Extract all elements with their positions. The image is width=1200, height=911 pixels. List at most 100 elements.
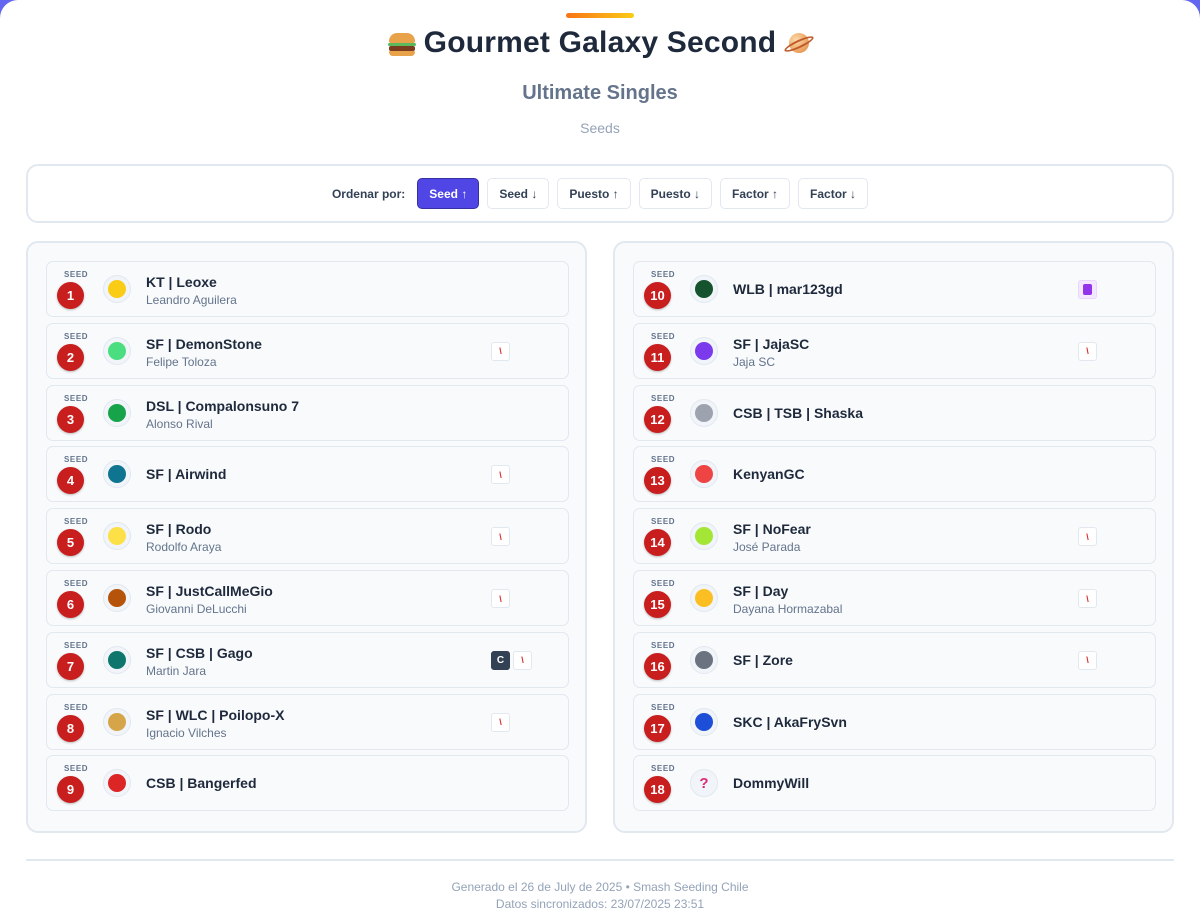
seed-label: SEED xyxy=(651,579,676,588)
seed-label: SEED xyxy=(64,579,89,588)
green-dino-character-icon xyxy=(103,336,131,365)
seed-number-badge: 8 xyxy=(57,714,84,742)
player-card[interactable]: SEED 14 SF | NoFear José Parada \ xyxy=(633,508,1156,565)
player-card[interactable]: SEED 18? DommyWill xyxy=(633,755,1156,812)
player-card[interactable]: SEED 13 KenyanGC xyxy=(633,446,1156,503)
player-tag: SF | JustCallMeGio xyxy=(146,583,273,599)
seed-label: SEED xyxy=(64,270,89,279)
player-tag: SF | Airwind xyxy=(146,466,227,483)
sort-button[interactable]: Factor ↑ xyxy=(720,178,791,209)
player-card[interactable]: SEED 4 SF | Airwind \ xyxy=(46,446,569,503)
player-tag: CSB | TSB | Shaska xyxy=(733,404,863,421)
player-tag: DSL | Compalonsuno 7 xyxy=(146,397,300,414)
team-sf-badge: \ xyxy=(491,712,510,732)
player-tag: SF | WLC | Poilopo-X xyxy=(146,706,285,723)
player-real-name: Jaja SC xyxy=(733,354,776,369)
burger-icon xyxy=(386,27,418,59)
sort-button[interactable]: Seed ↑ xyxy=(417,178,480,209)
player-card[interactable]: SEED 9 CSB | Bangerfed xyxy=(46,755,569,812)
team-sf-badge: \ xyxy=(491,465,510,485)
player-card[interactable]: SEED 5 SF | Rodo Rodolfo Araya \ xyxy=(46,508,569,565)
seed-panel-right: SEED 10 WLB | mar123gd SEED 11 SF | JajaSC Jaj… xyxy=(613,241,1174,833)
player-card[interactable]: SEED 6 SF | JustCallMeGio Giovanni DeLucchi… xyxy=(46,570,569,626)
event-subtitle: Ultimate Singles xyxy=(522,82,678,104)
seed-number-badge: 13 xyxy=(644,467,671,495)
seed-number-badge: 14 xyxy=(644,529,671,557)
player-real-name: José Parada xyxy=(733,540,801,555)
footer-synced: Datos sincronizados: 23/07/2025 23:51 xyxy=(495,897,705,911)
player-tag: KT | Leoxe xyxy=(146,274,217,290)
seed-number-badge: 18 xyxy=(644,776,671,804)
sort-label: Ordenar por: xyxy=(331,186,406,201)
player-card[interactable]: SEED 11 SF | JajaSC Jaja SC \ xyxy=(633,322,1156,379)
seed-label: SEED xyxy=(64,517,89,527)
green-plant-character-icon xyxy=(103,398,131,427)
red-cap-character-icon xyxy=(690,460,718,489)
player-real-name: Leandro Aguilera xyxy=(146,293,237,307)
player-tag: SF | JajaSC xyxy=(733,335,810,352)
player-real-name: Rodolfo Araya xyxy=(146,540,222,555)
team-sf-badge: \ xyxy=(1078,589,1097,608)
player-card[interactable]: SEED 1 KT | Leoxe Leandro Aguilera xyxy=(46,261,569,317)
yellow-round-character-icon xyxy=(103,522,131,551)
player-real-name: Alonso Rival xyxy=(146,416,213,431)
player-tag: SF | Rodo xyxy=(146,521,212,538)
seed-label: SEED xyxy=(651,702,676,712)
team-c-badge: C xyxy=(491,650,510,670)
seed-number-badge: 5 xyxy=(57,529,84,557)
player-card[interactable]: SEED 15 SF | Day Dayana Hormazabal \ xyxy=(633,570,1156,626)
yellow-character-icon xyxy=(103,275,131,303)
player-real-name: Dayana Hormazabal xyxy=(733,602,843,616)
footer-divider xyxy=(26,859,1174,861)
grey-hood-character-icon xyxy=(690,398,718,427)
seed-number-badge: 9 xyxy=(57,776,84,804)
footer-generated: Generado el 26 de July de 2025 • Smash S… xyxy=(451,880,749,894)
seed-label: SEED xyxy=(651,517,676,527)
team-sf-badge: \ xyxy=(1078,650,1097,670)
seed-number-badge: 10 xyxy=(644,282,671,309)
seed-number-badge: 15 xyxy=(644,591,671,618)
player-card[interactable]: SEED 10 WLB | mar123gd xyxy=(633,261,1156,317)
sort-button[interactable]: Factor ↓ xyxy=(798,178,869,209)
player-real-name: Ignacio Vilches xyxy=(146,725,227,740)
seed-label: SEED xyxy=(64,393,89,403)
teal-shell-character-icon xyxy=(103,645,131,674)
player-tag: SF | Zore xyxy=(733,651,793,668)
player-card[interactable]: SEED 3 DSL | Compalonsuno 7 Alonso Rival xyxy=(46,384,569,441)
seed-label: SEED xyxy=(64,331,89,341)
player-card[interactable]: SEED 17 SKC | AkaFrySvn xyxy=(633,693,1156,750)
player-real-name: Martin Jara xyxy=(146,663,207,678)
seed-number-badge: 12 xyxy=(644,405,671,433)
seed-number-badge: 2 xyxy=(57,343,84,371)
lime-character-icon xyxy=(690,522,718,551)
page-title: Gourmet Galaxy Second xyxy=(0,26,1200,60)
player-tag: CSB | Bangerfed xyxy=(146,775,257,792)
player-card[interactable]: SEED 7 SF | CSB | Gago Martin Jara C \ xyxy=(46,631,569,688)
player-card[interactable]: SEED 8 SF | WLC | Poilopo-X Ignacio Vilches… xyxy=(46,693,569,750)
team-sf-badge: \ xyxy=(491,589,510,608)
player-real-name: Giovanni DeLucchi xyxy=(146,602,247,616)
seed-label: SEED xyxy=(651,393,676,403)
seed-number-badge: 4 xyxy=(57,467,84,495)
sort-button[interactable]: Puesto ↓ xyxy=(638,178,713,209)
seed-panel-left: SEED 1 KT | Leoxe Leandro Aguilera SEED 2 SF |… xyxy=(26,241,587,833)
sort-toolbar: Ordenar por: Seed ↑ Seed ↓ Puesto ↑ Puesto … xyxy=(26,164,1174,223)
sort-button[interactable]: Seed ↓ xyxy=(487,178,550,209)
player-tag: SF | NoFear xyxy=(733,521,811,538)
purple-hat-character-icon xyxy=(690,336,718,365)
seed-number-badge: 11 xyxy=(644,343,671,371)
player-card[interactable]: SEED 2 SF | DemonStone Felipe Toloza \ xyxy=(46,322,569,379)
player-tag: DommyWill xyxy=(733,775,810,792)
ringed-planet-icon xyxy=(782,27,816,59)
player-tag: WLB | mar123gd xyxy=(733,281,843,297)
player-card[interactable]: SEED 16 SF | Zore \ xyxy=(633,631,1156,688)
seed-number-badge: 16 xyxy=(644,652,671,680)
yellow-bird-character-icon xyxy=(690,584,718,612)
sort-button[interactable]: Puesto ↑ xyxy=(557,178,631,209)
page: Gourmet Galaxy Second Ultimate Singles S… xyxy=(0,0,1200,911)
seed-label: SEED xyxy=(651,640,676,650)
seed-number-badge: 17 xyxy=(644,714,671,742)
seed-label: SEED xyxy=(651,764,676,774)
team-sf-badge: \ xyxy=(491,341,510,361)
player-card[interactable]: SEED 12 CSB | TSB | Shaska xyxy=(633,384,1156,441)
